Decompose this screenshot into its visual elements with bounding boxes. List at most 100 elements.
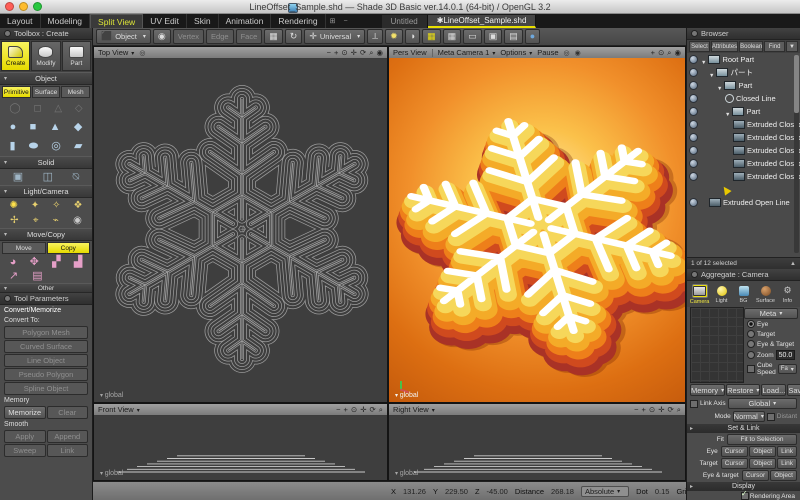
camera-point-dropdown[interactable]: Meta (744, 308, 798, 319)
tab-split-view[interactable]: Split View (90, 14, 143, 28)
panel-widget-icon[interactable] (4, 295, 11, 302)
front-axis-label[interactable]: global (100, 470, 123, 477)
fit-view-icon[interactable] (341, 48, 347, 58)
spot-light-icon[interactable] (31, 201, 39, 211)
visibility-toggle[interactable] (689, 198, 698, 207)
orbit-icon[interactable] (370, 405, 376, 415)
remove-workspace-icon[interactable] (340, 14, 352, 28)
view-options-icon[interactable] (674, 48, 681, 58)
top-view-title[interactable]: Top View (98, 48, 134, 57)
torus-tool-icon[interactable] (51, 141, 61, 152)
zoom-in-icon[interactable] (344, 405, 348, 415)
right-view-title[interactable]: Right View (393, 405, 435, 414)
visibility-toggle[interactable] (689, 159, 698, 168)
view-menu-icon[interactable] (139, 49, 145, 57)
sweep-tool-icon[interactable] (43, 172, 53, 183)
rotate-copy-tool-icon[interactable] (30, 257, 39, 268)
sun-light-icon[interactable] (9, 201, 17, 211)
wireframe-view-button[interactable] (443, 29, 462, 44)
zoom-radio[interactable] (747, 351, 755, 359)
tab-layout[interactable]: Layout (0, 14, 41, 28)
fit-to-selection-button[interactable]: Fit to Selection (727, 434, 797, 445)
tab-modeling[interactable]: Modeling (41, 14, 91, 28)
shear-tool-icon[interactable] (9, 271, 18, 282)
smooth-apply-button[interactable]: Apply (4, 430, 46, 443)
camera-preview[interactable] (690, 307, 744, 383)
magnify-icon[interactable] (379, 405, 383, 415)
mode-dropdown[interactable]: Normal (733, 411, 765, 422)
sphere-tool-icon[interactable] (10, 122, 17, 133)
capsule-tool-icon[interactable] (29, 141, 38, 152)
fit-view-icon[interactable] (351, 405, 357, 415)
target-radio[interactable] (747, 330, 755, 338)
front-view-title[interactable]: Front View (98, 405, 140, 414)
panel-widget-icon[interactable] (4, 30, 11, 37)
render-settings-icon[interactable] (575, 49, 581, 57)
part-button[interactable]: Part (62, 41, 91, 71)
tab-boolean[interactable]: Boolean (739, 41, 763, 52)
extrude-tool-icon[interactable] (13, 172, 23, 183)
coordinate-mode-dropdown[interactable]: Absolute (581, 486, 629, 497)
other-section-bar[interactable]: Other (0, 283, 92, 293)
filter-icon[interactable] (786, 41, 798, 52)
edge-mode-button[interactable]: Edge (206, 29, 234, 44)
rotate-tool-button[interactable] (285, 29, 303, 44)
viewport-front[interactable]: Front View global (93, 403, 388, 481)
tab-primitive[interactable]: Primitive (2, 86, 31, 98)
cube-tool-icon[interactable] (30, 122, 37, 133)
magnify-icon[interactable] (667, 48, 671, 58)
light-camera-section-bar[interactable]: Light/Camera (0, 185, 92, 198)
load-button[interactable]: Load... (761, 384, 786, 396)
tree-label[interactable]: Extruded Closed (747, 146, 800, 155)
pan-icon[interactable] (658, 405, 664, 415)
tree-row[interactable]: Extruded Closed (687, 170, 800, 183)
zoom-out-icon[interactable] (336, 405, 340, 415)
grid-snap-button[interactable] (264, 29, 283, 44)
render-preview-button[interactable] (525, 29, 540, 44)
tab-uv-edit[interactable]: UV Edit (143, 14, 187, 28)
add-workspace-icon[interactable] (326, 14, 340, 28)
tab-move[interactable]: Move (2, 242, 46, 254)
tab-surface[interactable]: Surface (755, 282, 776, 306)
eye-object-button[interactable]: Object (749, 446, 776, 457)
area-light-icon[interactable] (10, 216, 18, 226)
tree-label[interactable]: Part (738, 81, 752, 90)
quad-view-button[interactable] (484, 29, 503, 44)
distant-light-icon[interactable] (52, 201, 60, 211)
pan-icon[interactable] (351, 48, 357, 58)
panel-widget-icon[interactable] (691, 271, 698, 278)
curve-tool-icon[interactable] (75, 104, 83, 114)
visibility-toggle[interactable] (689, 120, 698, 129)
face-mode-button[interactable]: Face (236, 29, 263, 44)
vertex-mode-button[interactable]: Vertex (173, 29, 204, 44)
tree-row[interactable]: Extruded Closed (687, 144, 800, 157)
tab-skin[interactable]: Skin (187, 14, 219, 28)
box-tool-icon[interactable] (74, 141, 82, 152)
visibility-toggle[interactable] (689, 68, 698, 77)
mirror-tool-icon[interactable] (74, 257, 82, 268)
doc-tab-lineoffset[interactable]: ✱LineOffset_Sample.shd (428, 15, 537, 28)
manipulator-dropdown[interactable]: Universal (304, 29, 365, 44)
pers-view-title[interactable]: Pers View (393, 48, 427, 57)
view-options-icon[interactable] (376, 48, 383, 58)
panel-widget-icon[interactable] (691, 30, 698, 37)
smooth-link-button[interactable]: Link (47, 444, 89, 457)
viewport-right[interactable]: Right View global (388, 403, 686, 481)
tree-row[interactable]: Extruded Open Line (687, 196, 800, 209)
zoom-in-icon[interactable] (642, 405, 646, 415)
eye-radio[interactable] (747, 320, 755, 328)
camera-select-dropdown[interactable]: Meta Camera 1 (438, 48, 496, 57)
orbit-icon[interactable] (668, 405, 674, 415)
target-object-button[interactable]: Object (749, 458, 776, 469)
visibility-toggle[interactable] (689, 94, 698, 103)
single-view-button[interactable] (463, 29, 482, 44)
pause-button[interactable]: Pause (537, 48, 558, 57)
tree-row[interactable]: Part (687, 79, 800, 92)
ambient-light-icon[interactable] (53, 216, 59, 226)
eye-link-button[interactable]: Link (777, 446, 797, 457)
convert-polygon-mesh-button[interactable]: Polygon Mesh (4, 326, 88, 339)
target-link-button[interactable]: Link (777, 458, 797, 469)
memorize-button[interactable]: Memorize (4, 406, 46, 419)
object-mode-dropdown[interactable]: Object (96, 29, 151, 44)
tab-rendering[interactable]: Rendering (271, 14, 325, 28)
